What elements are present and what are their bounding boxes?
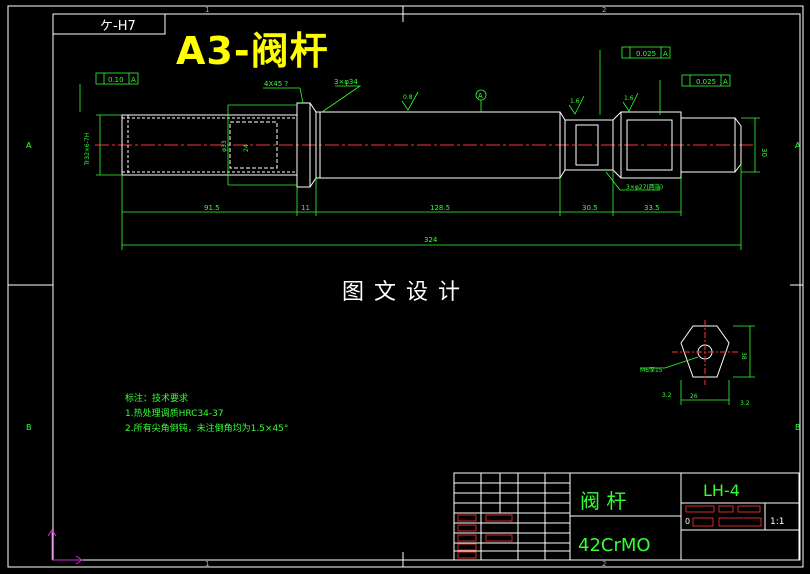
sheet-number: 0 xyxy=(685,517,690,526)
section-view xyxy=(672,320,740,385)
svg-text:0.025: 0.025 xyxy=(636,50,656,58)
scale: 1:1 xyxy=(770,517,784,527)
dim-335: 33.5 xyxy=(644,204,660,212)
dim-30: 30 xyxy=(760,148,768,157)
zone-mark-col2-bottom: 2 xyxy=(602,560,606,568)
drawing-number: LH-4 xyxy=(703,481,740,500)
zone-mark-rowA-right: A xyxy=(795,141,801,150)
svg-text:A: A xyxy=(723,78,728,86)
notes-heading: 标注：技术要求 xyxy=(125,394,189,404)
svg-text:0.10: 0.10 xyxy=(108,76,124,84)
dim-11: 11 xyxy=(301,204,310,212)
title-overlay: A3-阀杆 xyxy=(176,29,329,73)
roughness-marks xyxy=(401,91,639,115)
dim-chamfer-4x45: 4X45 ? xyxy=(264,80,288,88)
dim-m6: M6深15 xyxy=(640,366,663,374)
roughness-5: 3.2 xyxy=(740,400,750,407)
roughness-4: 3.2 xyxy=(662,392,672,399)
roughness-2: 1.6 xyxy=(570,98,580,105)
center-watermark: 图文设计 xyxy=(342,280,471,305)
fit-label: ケ-H7 xyxy=(100,19,136,34)
zone-mark-rowB: B xyxy=(26,423,32,432)
zone-mark-col1-bottom: 1 xyxy=(205,560,209,568)
dim-915: 91.5 xyxy=(204,204,220,212)
dim-groove-3x27: 3×φ27(两端) xyxy=(626,183,663,191)
zone-mark-rowA: A xyxy=(26,141,32,150)
dim-thread: Tr32×6-7H xyxy=(84,133,91,166)
roughness-3: 1.6 xyxy=(624,95,634,102)
svg-text:A: A xyxy=(663,50,668,58)
dim-38: 38 xyxy=(740,352,747,360)
dimension-lines xyxy=(79,50,760,250)
zone-mark-col2: 2 xyxy=(602,6,606,14)
tolerance-frame-1: 0.10 A xyxy=(95,72,139,85)
material: 42CrMO xyxy=(578,535,651,556)
tolerance-frame-2: 0.025 A xyxy=(621,46,671,59)
dim-bore-33: φ33 xyxy=(221,140,228,152)
dim-324: 324 xyxy=(424,236,438,244)
dim-305: 30.5 xyxy=(582,204,598,212)
svg-text:0.025: 0.025 xyxy=(696,78,716,86)
part-name: 阀 杆 xyxy=(580,489,626,513)
roughness-1: 0.8 xyxy=(403,94,413,101)
dim-26: 26 xyxy=(690,393,698,400)
dim-chamfer-3x34: 3×φ34 xyxy=(334,78,358,86)
svg-text:A: A xyxy=(131,76,136,84)
dim-24: 24 xyxy=(243,144,250,152)
dim-1285: 128.5 xyxy=(430,204,450,212)
tolerance-frame-3: 0.025 A xyxy=(681,74,731,87)
zone-mark-col1: 1 xyxy=(205,6,209,14)
notes-line-2: 2.所有尖角倒钝，未注倒角均为1.5×45° xyxy=(125,424,289,434)
datum-a: A xyxy=(478,92,483,100)
technical-notes: 标注：技术要求 1.热处理调质HRC34-37 2.所有尖角倒钝，未注倒角均为1… xyxy=(125,392,288,437)
notes-line-1: 1.热处理调质HRC34-37 xyxy=(125,409,224,419)
zone-mark-rowB-right: B xyxy=(795,423,801,432)
